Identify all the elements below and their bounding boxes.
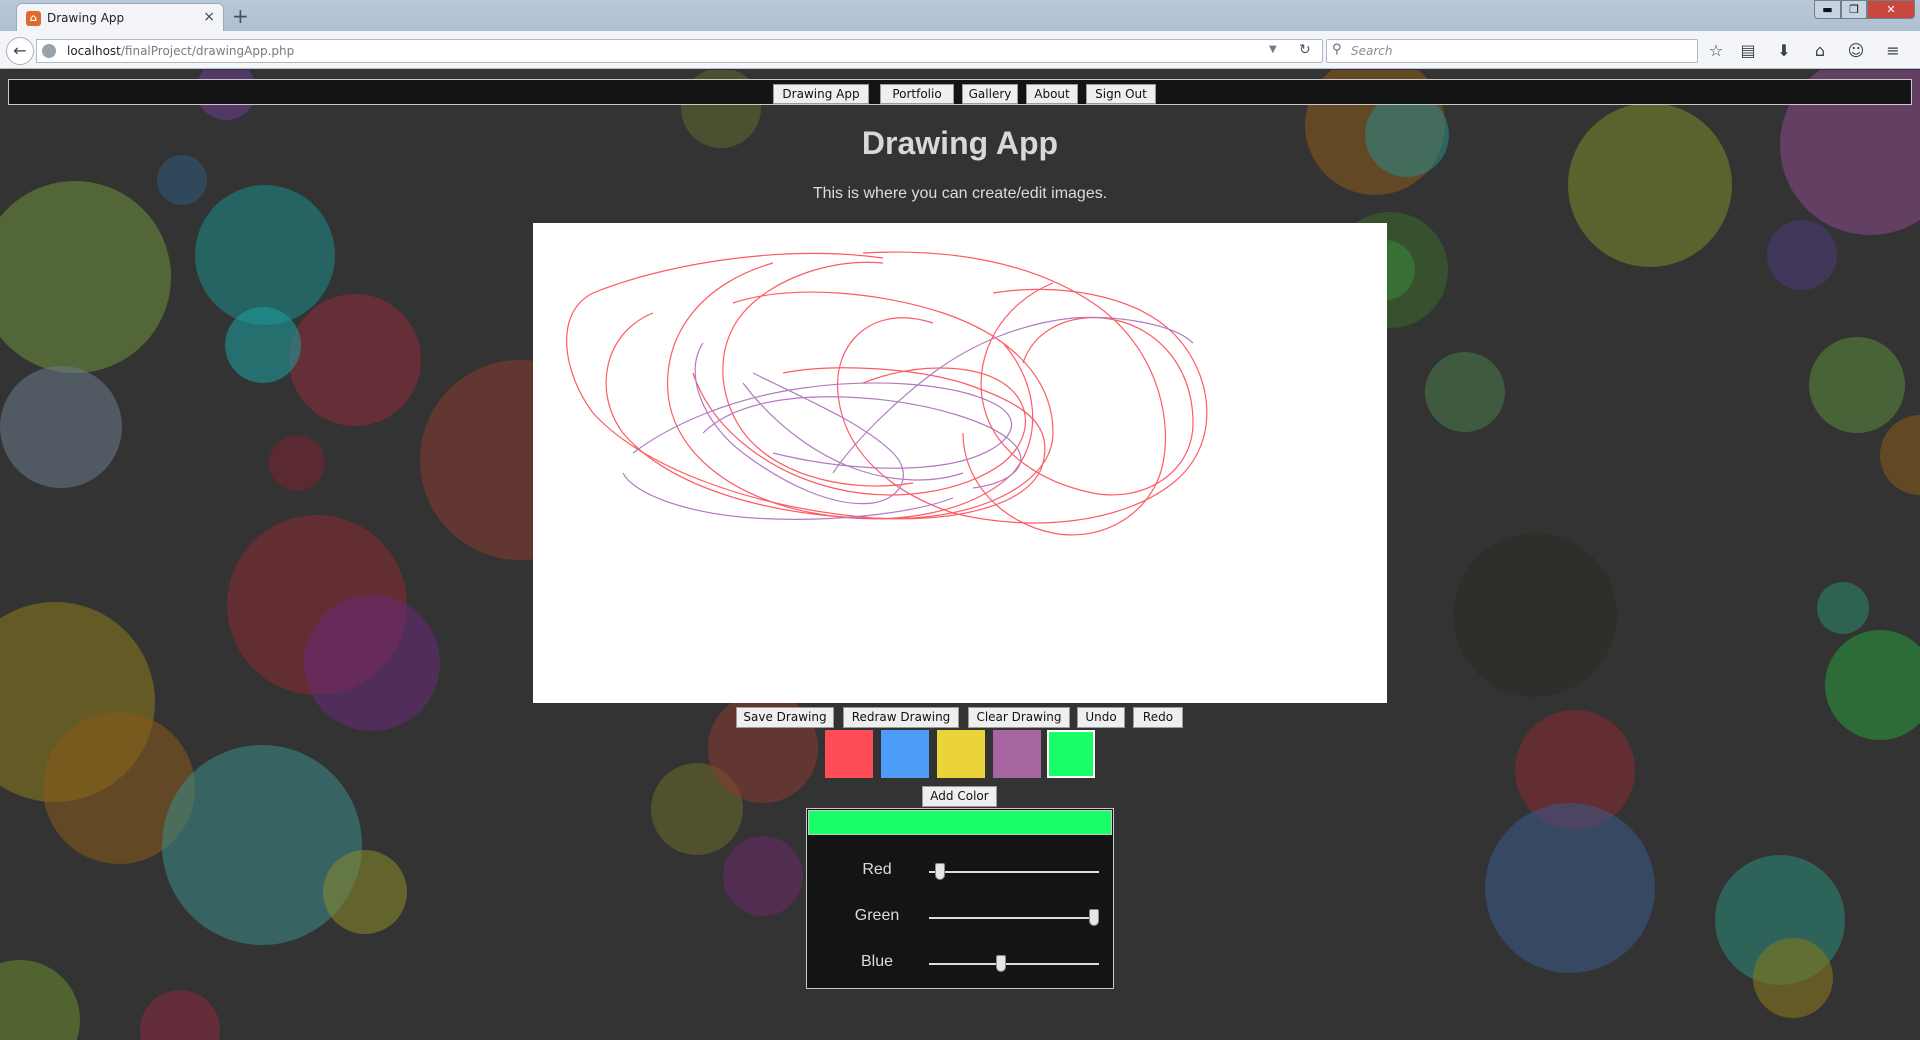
nav-sign-out[interactable]: Sign Out: [1086, 84, 1156, 104]
green-slider-label: Green: [854, 907, 900, 924]
nav-portfolio[interactable]: Portfolio: [880, 84, 954, 104]
menu-icon[interactable]: ≡: [1882, 40, 1904, 62]
nav-gallery[interactable]: Gallery: [962, 84, 1018, 104]
nav-drawing-app[interactable]: Drawing App: [773, 84, 869, 104]
page-content: Drawing App Portfolio Gallery About Sign…: [0, 70, 1920, 1040]
back-button[interactable]: ←: [6, 37, 34, 65]
blue-slider-label: Blue: [860, 953, 894, 970]
swatch-green[interactable]: [1047, 730, 1095, 778]
redraw-drawing-button[interactable]: Redraw Drawing: [843, 707, 959, 728]
maximize-window-button[interactable]: ❐: [1841, 0, 1867, 19]
chat-icon[interactable]: ☺: [1845, 40, 1867, 62]
color-picker-panel: Red Green Blue: [806, 808, 1114, 989]
color-preview: [808, 810, 1112, 835]
browser-chrome: ⌂ Drawing App × + ▬ ❐ ✕ ← localhost/fina…: [0, 0, 1920, 69]
save-drawing-button[interactable]: Save Drawing: [736, 707, 834, 728]
green-slider-thumb[interactable]: [1089, 909, 1099, 926]
undo-button[interactable]: Undo: [1077, 707, 1125, 728]
reload-icon[interactable]: ↻: [1299, 42, 1311, 58]
browser-toolbar: ← localhost/finalProject/drawingApp.php …: [0, 31, 1920, 69]
url-path: /finalProject/drawingApp.php: [120, 44, 295, 58]
add-color-button[interactable]: Add Color: [922, 786, 997, 807]
clear-drawing-button[interactable]: Clear Drawing: [968, 707, 1070, 728]
search-bar[interactable]: ⚲ Search: [1326, 39, 1698, 63]
search-placeholder: Search: [1351, 44, 1393, 58]
url-text: localhost/finalProject/drawingApp.php: [67, 44, 294, 58]
drawing-canvas[interactable]: [533, 223, 1387, 703]
red-slider[interactable]: [929, 863, 1099, 880]
url-host: localhost: [67, 44, 121, 58]
tab-strip: ⌂ Drawing App × + ▬ ❐ ✕: [0, 0, 1920, 32]
close-tab-icon[interactable]: ×: [203, 9, 215, 25]
red-slider-label: Red: [862, 861, 892, 878]
blue-slider[interactable]: [929, 955, 1099, 972]
swatch-blue[interactable]: [881, 730, 929, 778]
xampp-favicon-icon: ⌂: [26, 11, 41, 26]
green-slider[interactable]: [929, 909, 1099, 926]
page-subtitle: This is where you can create/edit images…: [812, 185, 1108, 202]
nav-about[interactable]: About: [1026, 84, 1078, 104]
home-icon[interactable]: ⌂: [1809, 40, 1831, 62]
close-window-button[interactable]: ✕: [1867, 0, 1915, 19]
browser-tab[interactable]: ⌂ Drawing App ×: [16, 3, 224, 32]
redo-button[interactable]: Redo: [1133, 707, 1183, 728]
minimize-window-button[interactable]: ▬: [1814, 0, 1841, 19]
reading-list-icon[interactable]: ▤: [1737, 40, 1759, 62]
site-identity-icon[interactable]: [42, 44, 56, 58]
swatch-yellow[interactable]: [937, 730, 985, 778]
history-dropdown-icon[interactable]: ▼: [1269, 44, 1277, 55]
bookmark-star-icon[interactable]: ☆: [1705, 40, 1727, 62]
address-bar[interactable]: localhost/finalProject/drawingApp.php ▼ …: [36, 39, 1323, 63]
swatch-purple[interactable]: [993, 730, 1041, 778]
search-icon: ⚲: [1332, 42, 1342, 57]
download-icon[interactable]: ⬇: [1773, 40, 1795, 62]
red-strokes: [566, 251, 1208, 536]
blue-slider-thumb[interactable]: [996, 955, 1006, 972]
new-tab-button[interactable]: +: [232, 4, 249, 28]
swatch-red[interactable]: [825, 730, 873, 778]
tab-title: Drawing App: [47, 11, 125, 25]
site-nav-bar: Drawing App Portfolio Gallery About Sign…: [8, 79, 1912, 105]
red-slider-thumb[interactable]: [935, 863, 945, 880]
page-title: Drawing App: [861, 125, 1059, 161]
